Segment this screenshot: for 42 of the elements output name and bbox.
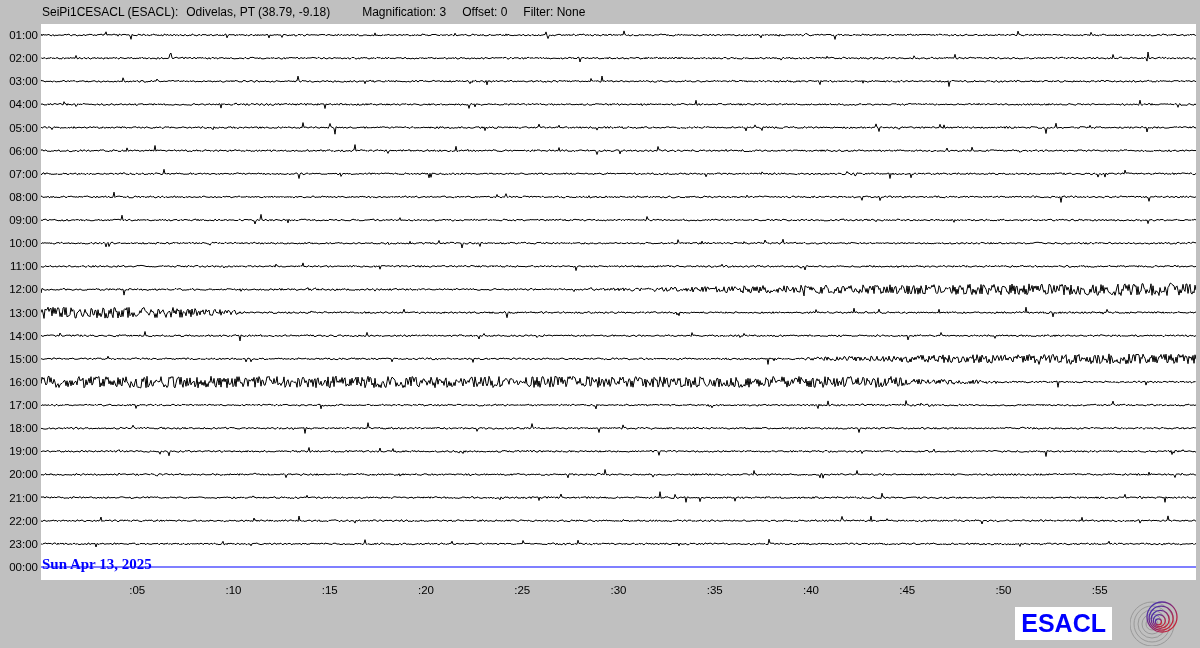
hour-label: 04:00 — [8, 97, 39, 113]
hour-label: 20:00 — [8, 467, 39, 483]
hour-label: 21:00 — [8, 490, 39, 506]
date-label: Sun Apr 13, 2025 — [42, 556, 152, 573]
hour-label: 19:00 — [8, 444, 39, 460]
station-name: SeiPi1CESACL (ESACL): — [42, 5, 179, 19]
minute-tick-label: :25 — [514, 584, 531, 596]
minute-tick-label: :45 — [899, 584, 916, 596]
filter-text: Filter: None — [523, 5, 586, 19]
hour-label: 14:00 — [8, 328, 39, 344]
station-location: Odivelas, PT (38.79, -9.18) — [186, 5, 331, 19]
station-logo: ESACL — [1015, 606, 1112, 640]
hour-label: 06:00 — [8, 143, 39, 159]
hour-label: 22:00 — [8, 513, 39, 529]
minute-tick-label: :40 — [803, 584, 819, 596]
minute-tick-label: :20 — [418, 584, 434, 596]
hour-label: 07:00 — [8, 166, 39, 182]
hour-label: 01:00 — [8, 28, 39, 43]
hour-label: 11:00 — [9, 259, 39, 275]
minute-tick-label: :55 — [1091, 584, 1108, 596]
minute-tick-label: :30 — [610, 584, 627, 596]
hour-label: 05:00 — [8, 120, 39, 136]
hour-label: 16:00 — [8, 374, 39, 390]
hour-label: 00:00 — [8, 559, 39, 575]
hour-label: 15:00 — [8, 351, 39, 367]
magnification-text: Magnification: 3 — [362, 5, 447, 19]
minute-tick-label: :15 — [321, 584, 338, 596]
hour-label: 13:00 — [8, 305, 39, 321]
minute-tick-label: :50 — [995, 584, 1012, 596]
hour-label: 10:00 — [8, 236, 39, 252]
minute-tick-label: :05 — [129, 584, 146, 596]
hour-label: 17:00 — [8, 398, 39, 413]
minute-tick-label: :35 — [706, 584, 723, 596]
minute-tick-label: :10 — [225, 584, 242, 596]
hour-label: 12:00 — [8, 282, 39, 298]
hour-label: 09:00 — [8, 213, 39, 228]
hour-label: 08:00 — [8, 189, 39, 205]
hour-label: 23:00 — [8, 536, 39, 552]
hour-label: 02:00 — [8, 51, 39, 67]
hour-label: 03:00 — [8, 74, 39, 90]
offset-text: Offset: 0 — [462, 5, 508, 19]
hour-label: 18:00 — [8, 421, 39, 437]
